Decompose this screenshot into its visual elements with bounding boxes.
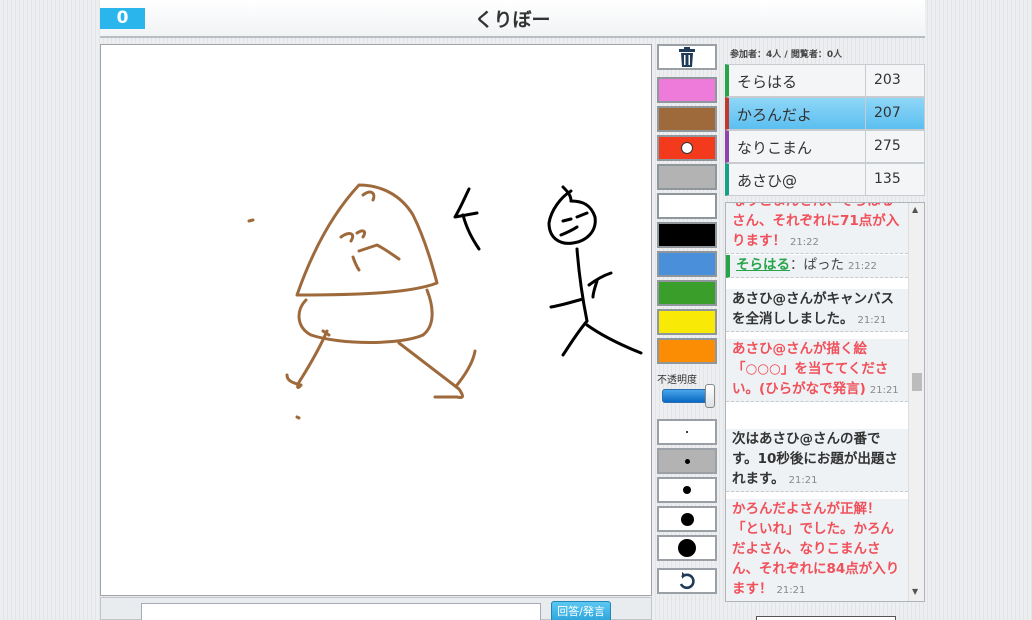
color-swatch-white[interactable] [657, 193, 717, 219]
player-name: なりこまん [737, 139, 813, 157]
brush-size-xs[interactable] [657, 419, 717, 445]
chat-message: 次はあさひ@さんの番です。10秒後にお題が出題されます。 21:21 [726, 429, 908, 492]
brush-dot-icon [686, 431, 688, 433]
player-score: 207 [865, 98, 925, 129]
player-score: 135 [865, 164, 925, 195]
chat-text: あさひ@さんが描く絵「○○○」を当ててください。(ひらがなで発言) [732, 341, 889, 397]
player-row: なりこまん 275 [725, 130, 925, 163]
header-bar: 0 くりぼー [100, 0, 925, 38]
color-swatch-pink[interactable] [657, 77, 717, 103]
answer-bar: 回答/発言 [100, 597, 652, 620]
color-swatch-red[interactable] [657, 135, 717, 161]
color-swatch-brown[interactable] [657, 106, 717, 132]
scroll-down-icon[interactable]: ▼ [912, 587, 918, 596]
brush-dot-icon [684, 458, 690, 464]
player-row: かろんだよ 207 [725, 97, 925, 130]
player-name: あさひ@ [737, 172, 798, 190]
brush-size-l[interactable] [657, 506, 717, 532]
brush-size-xl[interactable] [657, 535, 717, 561]
opacity-slider-thumb[interactable] [705, 384, 715, 408]
player-name: かろんだよ [737, 106, 813, 124]
brush-dot-icon [683, 486, 691, 494]
color-swatch-orange[interactable] [657, 338, 717, 364]
drawing-canvas[interactable] [100, 44, 652, 596]
chat-timestamp: 21:22 [848, 261, 877, 272]
chat-text: ：ぱった [790, 257, 844, 273]
page-title: くりぼー [474, 9, 551, 31]
player-row: あさひ@ 135 [725, 163, 925, 196]
chat-message: あさひ@さんが描く絵「○○○」を当ててください。(ひらがなで発言) 21:21 [726, 339, 908, 402]
chat-timestamp: 21:21 [776, 585, 806, 596]
chat-text: かろんだよさんが正解！「といれ」でした。かろんだよさん、なりこまんさん、それぞれ… [732, 501, 900, 597]
chat-message: あさひ@さんがキャンバスを全消ししました。 21:21 [726, 289, 908, 332]
trash-icon [679, 47, 695, 67]
brush-size-s[interactable] [657, 448, 717, 474]
chat-timestamp: 21:22 [790, 237, 819, 248]
chat-username[interactable]: そらはる [736, 257, 790, 273]
color-swatch-blue[interactable] [657, 251, 717, 277]
selected-indicator-icon [681, 142, 693, 154]
player-score: 203 [865, 65, 925, 96]
black-drawing [453, 185, 643, 357]
player-score: 275 [865, 131, 925, 162]
brown-drawing [247, 183, 477, 420]
scroll-up-icon[interactable]: ▲ [912, 205, 918, 214]
color-swatch-black[interactable] [657, 222, 717, 248]
brush-size-m[interactable] [657, 477, 717, 503]
undo-icon [679, 572, 695, 590]
brush-dot-icon [680, 512, 694, 526]
answer-button[interactable]: 回答/発言 [551, 601, 611, 620]
clear-canvas-button[interactable] [657, 44, 717, 70]
chat-timestamp: 21:21 [857, 315, 887, 326]
chat-timestamp: 21:21 [788, 475, 818, 486]
chat-log[interactable]: なりこまんさん、そらはるさん、それぞれに71点が入ります！21:22そらはる：ぱ… [725, 202, 925, 602]
bottom-panel-edge [756, 616, 896, 620]
color-swatch-yellow[interactable] [657, 309, 717, 335]
drawing-strokes [247, 183, 643, 420]
opacity-label: 不透明度 [657, 375, 697, 386]
chat-message: なりこまんさん、そらはるさん、それぞれに71点が入ります！21:22 [726, 203, 908, 254]
chat-scrollbar[interactable]: ▲ ▼ [908, 203, 924, 601]
undo-button[interactable] [657, 568, 717, 594]
color-swatch-gray[interactable] [657, 164, 717, 190]
scroll-thumb[interactable] [912, 373, 922, 391]
brush-dot-icon [678, 539, 696, 557]
participants-info: 参加者：4人 / 閲覧者：0人 [730, 50, 843, 60]
player-row: そらはる 203 [725, 64, 925, 97]
chat-timestamp: 21:21 [869, 385, 899, 396]
color-swatch-green[interactable] [657, 280, 717, 306]
chat-message: かろんだよさんが正解！「といれ」でした。かろんだよさん、なりこまんさん、それぞれ… [726, 499, 908, 601]
chat-message: そらはる：ぱった 21:22 [726, 255, 908, 278]
answer-input[interactable] [141, 603, 541, 620]
player-name: そらはる [737, 73, 798, 91]
